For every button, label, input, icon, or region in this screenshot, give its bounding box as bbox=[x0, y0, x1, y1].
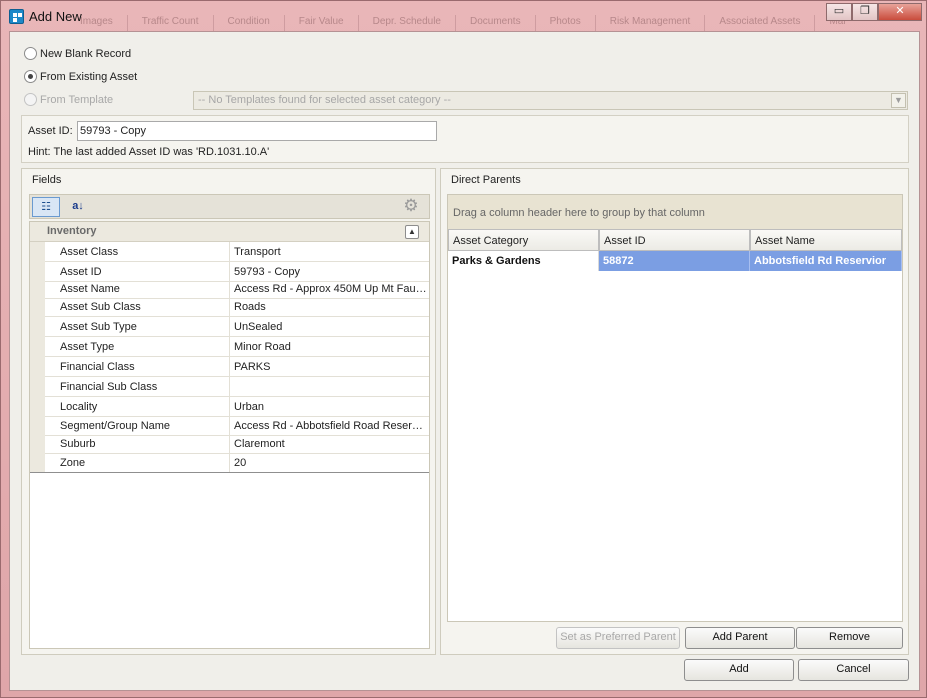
add-button[interactable]: Add bbox=[684, 659, 794, 681]
restore-button[interactable]: ❐ bbox=[852, 3, 878, 21]
ghost-tab: Depr. Schedule bbox=[359, 15, 456, 31]
column-header-asset-name[interactable]: Asset Name bbox=[750, 229, 902, 251]
property-name: Financial Sub Class bbox=[45, 377, 230, 397]
set-preferred-parent-button[interactable]: Set as Preferred Parent bbox=[556, 627, 680, 649]
ghost-tab: Associated Assets bbox=[705, 15, 816, 31]
from-template-label: From Template bbox=[40, 93, 114, 106]
property-row[interactable]: Asset Sub Type UnSealed bbox=[30, 317, 429, 337]
asset-id-hint: Hint: The last added Asset ID was 'RD.10… bbox=[28, 146, 270, 158]
asset-id-input[interactable]: 59793 - Copy bbox=[77, 121, 437, 141]
categorized-view-icon[interactable]: ☷ bbox=[32, 197, 60, 217]
parent-row[interactable]: Parks & Gardens 58872 Abbotsfield Rd Res… bbox=[448, 251, 902, 271]
property-value[interactable]: PARKS bbox=[231, 357, 427, 377]
minimize-button[interactable]: ▭ bbox=[826, 3, 852, 21]
property-row[interactable]: Asset Type Minor Road bbox=[30, 337, 429, 357]
property-grid-divider bbox=[30, 472, 429, 473]
property-name: Asset Sub Class bbox=[45, 297, 230, 317]
property-value[interactable]: Urban bbox=[231, 397, 427, 417]
property-row[interactable]: Segment/Group Name Access Rd - Abbotsfie… bbox=[30, 416, 429, 436]
property-row[interactable]: Zone 20 bbox=[30, 453, 429, 473]
asset-id-label: Asset ID: bbox=[28, 125, 73, 137]
property-name: Locality bbox=[45, 397, 230, 417]
property-name: Suburb bbox=[45, 434, 230, 454]
ghost-tab: Risk Management bbox=[596, 15, 706, 31]
add-parent-button[interactable]: Add Parent bbox=[685, 627, 795, 649]
property-name: Zone bbox=[45, 453, 230, 473]
chevron-up-icon[interactable]: ▲ bbox=[405, 225, 419, 239]
property-name: Asset Type bbox=[45, 337, 230, 357]
property-row[interactable]: Financial Sub Class bbox=[30, 377, 429, 397]
sort-alphabetical-icon[interactable]: a↓ bbox=[64, 197, 92, 217]
close-button[interactable]: ✕ bbox=[878, 3, 922, 21]
property-value[interactable] bbox=[231, 377, 427, 397]
inventory-group-header[interactable]: Inventory ▲ bbox=[30, 222, 429, 242]
parent-category-cell[interactable]: Parks & Gardens bbox=[448, 251, 599, 271]
parents-grid: Drag a column header here to group by th… bbox=[447, 194, 903, 622]
cancel-button[interactable]: Cancel bbox=[798, 659, 909, 681]
property-row[interactable]: Asset Sub Class Roads bbox=[30, 297, 429, 317]
parent-id-cell[interactable]: 58872 bbox=[599, 251, 750, 271]
asset-id-section: Asset ID: 59793 - Copy Hint: The last ad… bbox=[21, 115, 909, 163]
window-controls: ▭ ❐ ✕ bbox=[826, 3, 922, 21]
property-grid: Inventory ▲ Asset Class Transport Asset … bbox=[29, 221, 430, 649]
property-value[interactable]: Claremont bbox=[231, 434, 427, 454]
property-name: Financial Class bbox=[45, 357, 230, 377]
background-tab-strip: Images Traffic Count Condition Fair Valu… bbox=[66, 15, 846, 31]
chevron-down-icon[interactable]: ▼ bbox=[891, 93, 906, 108]
column-header-asset-id[interactable]: Asset ID bbox=[599, 229, 750, 251]
title-bar[interactable]: Add New Images Traffic Count Condition F… bbox=[1, 1, 926, 31]
parent-name-cell[interactable]: Abbotsfield Rd Reservior bbox=[750, 251, 902, 271]
from-template-radio[interactable] bbox=[24, 93, 37, 106]
property-value[interactable]: Minor Road bbox=[231, 337, 427, 357]
column-header-asset-category[interactable]: Asset Category bbox=[448, 229, 599, 251]
property-value[interactable]: Roads bbox=[231, 297, 427, 317]
ghost-tab: Condition bbox=[214, 15, 285, 31]
ghost-tab: Fair Value bbox=[285, 15, 359, 31]
inventory-group-label: Inventory bbox=[47, 225, 97, 237]
app-icon bbox=[9, 9, 24, 24]
property-value[interactable]: 20 bbox=[231, 453, 427, 473]
ghost-tab: Documents bbox=[456, 15, 536, 31]
ghost-tab: Traffic Count bbox=[128, 15, 214, 31]
property-row[interactable]: Financial Class PARKS bbox=[30, 357, 429, 377]
from-template-option[interactable]: From Template bbox=[24, 93, 113, 106]
direct-parents-panel: Direct Parents Drag a column header here… bbox=[440, 168, 909, 655]
property-value[interactable]: Access Rd - Abbotsfield Road Reservior bbox=[231, 416, 427, 436]
property-value[interactable]: Access Rd - Approx 450M Up Mt Faulkner R… bbox=[231, 279, 427, 299]
property-row[interactable]: Suburb Claremont bbox=[30, 434, 429, 454]
new-blank-record-label: New Blank Record bbox=[40, 47, 132, 60]
fields-panel-title: Fields bbox=[32, 174, 62, 186]
group-by-drop-area[interactable]: Drag a column header here to group by th… bbox=[448, 195, 902, 229]
from-existing-asset-option[interactable]: From Existing Asset bbox=[24, 70, 137, 83]
template-dropdown-value: -- No Templates found for selected asset… bbox=[198, 94, 451, 106]
dialog-body: New Blank Record From Existing Asset Fro… bbox=[9, 31, 920, 691]
property-name: Asset Class bbox=[45, 242, 230, 262]
property-name: Asset Sub Type bbox=[45, 317, 230, 337]
from-existing-asset-radio[interactable] bbox=[24, 70, 37, 83]
from-existing-asset-label: From Existing Asset bbox=[40, 70, 138, 83]
property-name: Segment/Group Name bbox=[45, 416, 230, 436]
property-row[interactable]: Locality Urban bbox=[30, 397, 429, 417]
gear-icon[interactable]: ⚙ bbox=[397, 197, 425, 217]
property-grid-toolbar: ☷ a↓ ⚙ bbox=[29, 194, 430, 219]
ghost-tab: Photos bbox=[536, 15, 596, 31]
property-name: Asset Name bbox=[45, 279, 230, 299]
add-new-window: Add New Images Traffic Count Condition F… bbox=[0, 0, 927, 698]
property-row[interactable]: Asset Class Transport bbox=[30, 242, 429, 262]
ghost-tab: Images bbox=[66, 15, 128, 31]
fields-panel: Fields ☷ a↓ ⚙ Inventory ▲ Asset Class Tr… bbox=[21, 168, 436, 655]
property-value[interactable]: Transport bbox=[231, 242, 427, 262]
direct-parents-title: Direct Parents bbox=[451, 174, 521, 186]
new-blank-record-option[interactable]: New Blank Record bbox=[24, 47, 131, 60]
remove-parent-button[interactable]: Remove bbox=[796, 627, 903, 649]
property-row[interactable]: Asset Name Access Rd - Approx 450M Up Mt… bbox=[30, 279, 429, 299]
template-dropdown[interactable]: -- No Templates found for selected asset… bbox=[193, 91, 908, 110]
new-blank-record-radio[interactable] bbox=[24, 47, 37, 60]
property-value[interactable]: UnSealed bbox=[231, 317, 427, 337]
